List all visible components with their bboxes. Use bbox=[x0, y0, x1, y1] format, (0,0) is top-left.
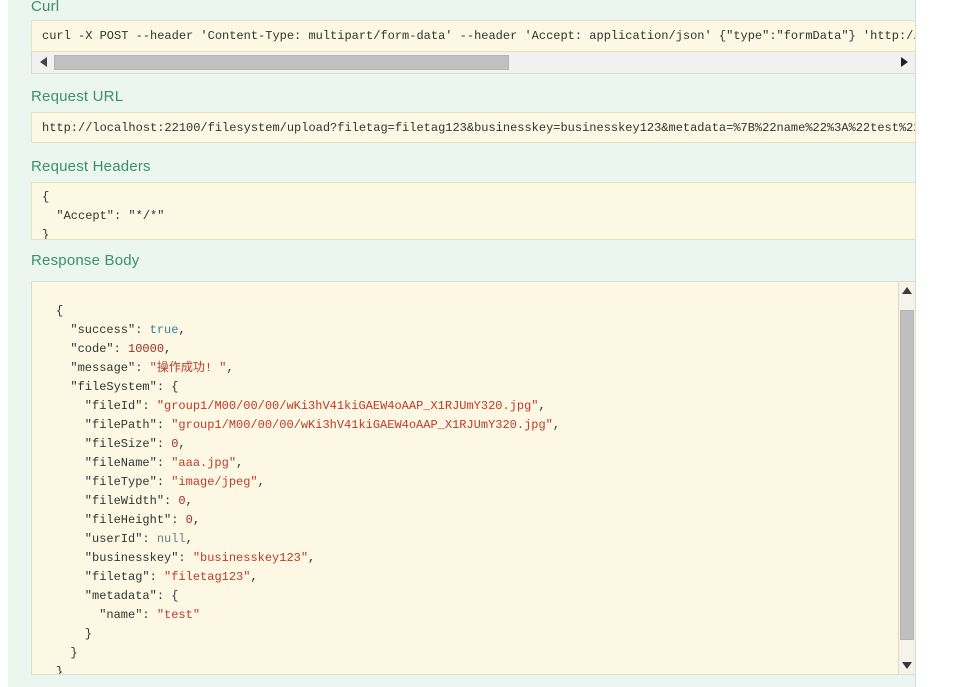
operation-content-panel: Curl curl -X POST --header 'Content-Type… bbox=[8, 0, 916, 687]
swagger-response-page: Curl curl -X POST --header 'Content-Type… bbox=[0, 0, 965, 687]
right-gutter bbox=[917, 0, 965, 687]
scroll-left-arrow-icon[interactable] bbox=[33, 52, 53, 72]
request-headers-panel: { "Accept": "*/*" } bbox=[31, 182, 916, 240]
request-url-section-title: Request URL bbox=[31, 88, 124, 105]
curl-section-title: Curl bbox=[31, 0, 60, 15]
request-headers-text: { "Accept": "*/*" } bbox=[42, 190, 165, 240]
response-body-json: { "success": true, "code": 10000, "messa… bbox=[56, 304, 561, 675]
scroll-down-arrow-icon[interactable] bbox=[899, 657, 915, 674]
scroll-up-arrow-icon[interactable] bbox=[899, 282, 915, 299]
curl-horizontal-scrollbar[interactable] bbox=[31, 52, 916, 74]
request-headers-section-title: Request Headers bbox=[31, 158, 151, 175]
response-body-vertical-scrollbar[interactable] bbox=[898, 282, 915, 674]
response-scrollbar-thumb[interactable] bbox=[900, 310, 914, 640]
response-body-panel: { "success": true, "code": 10000, "messa… bbox=[31, 281, 916, 675]
curl-scrollbar-thumb[interactable] bbox=[54, 55, 509, 70]
scroll-right-arrow-icon[interactable] bbox=[894, 52, 914, 72]
response-body-section-title: Response Body bbox=[31, 252, 140, 269]
request-url-panel: http://localhost:22100/filesystem/upload… bbox=[31, 112, 916, 143]
curl-command-panel: curl -X POST --header 'Content-Type: mul… bbox=[31, 20, 916, 52]
request-url-text: http://localhost:22100/filesystem/upload… bbox=[42, 121, 916, 135]
curl-command-text: curl -X POST --header 'Content-Type: mul… bbox=[42, 29, 916, 43]
left-gutter bbox=[0, 0, 8, 687]
